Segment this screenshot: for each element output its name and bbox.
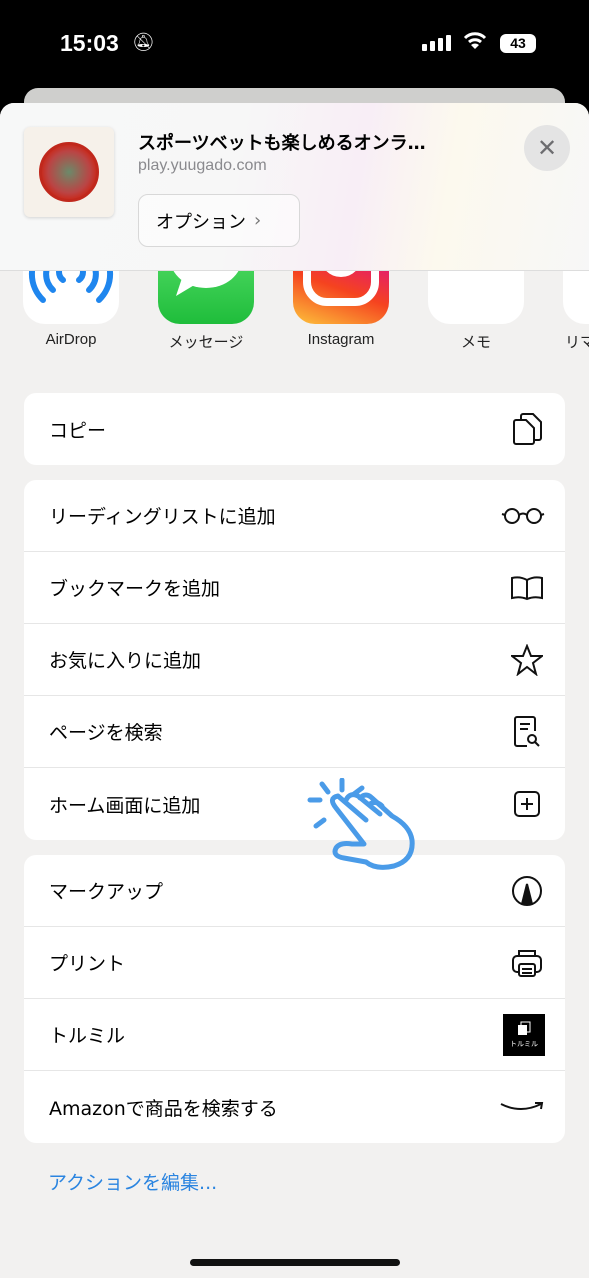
book-icon bbox=[509, 570, 545, 606]
options-label: オプション bbox=[156, 211, 246, 233]
action-group-copy: コピー bbox=[24, 393, 565, 465]
action-reading-list[interactable]: リーディングリストに追加 bbox=[24, 480, 565, 552]
chevron-right-icon: › bbox=[254, 210, 262, 231]
action-label: お気に入りに追加 bbox=[49, 650, 202, 672]
amazon-smile-icon bbox=[499, 1089, 545, 1125]
share-header: スポーツベットも楽しめるオンラ… play.yuugado.com オプション ›… bbox=[0, 103, 589, 271]
action-label: ページを検索 bbox=[49, 722, 163, 744]
torumiru-text: トルミル bbox=[510, 1040, 538, 1048]
find-in-page-icon bbox=[509, 714, 545, 750]
action-label: コピー bbox=[49, 419, 107, 442]
action-print[interactable]: プリント bbox=[24, 927, 565, 999]
star-icon bbox=[509, 642, 545, 678]
action-copy[interactable]: コピー bbox=[24, 393, 565, 465]
torumiru-app-icon: トルミル bbox=[503, 1013, 545, 1056]
action-label: トルミル bbox=[49, 1025, 126, 1047]
status-bar: 15:03 🔕︎ 43 bbox=[0, 0, 589, 90]
action-label: プリント bbox=[49, 953, 126, 975]
action-group-extensions: マークアップ プリント トルミル トルミル Amazonで商品を検索する bbox=[24, 855, 565, 1143]
edit-actions-link[interactable]: アクションを編集... bbox=[48, 1168, 217, 1195]
action-markup[interactable]: マークアップ bbox=[24, 855, 565, 927]
copy-icon bbox=[509, 411, 545, 447]
app-label: リマ bbox=[565, 334, 589, 351]
action-label: リーディングリストに追加 bbox=[49, 506, 276, 528]
action-favorite[interactable]: お気に入りに追加 bbox=[24, 624, 565, 696]
action-add-to-home[interactable]: ホーム画面に追加 bbox=[24, 768, 565, 840]
options-button[interactable]: オプション › bbox=[138, 194, 300, 247]
wifi-icon bbox=[462, 30, 488, 56]
action-label: ブックマークを追加 bbox=[49, 578, 221, 600]
close-button[interactable]: ✕ bbox=[524, 125, 570, 171]
action-amazon-search[interactable]: Amazonで商品を検索する bbox=[24, 1071, 565, 1143]
action-group-page: リーディングリストに追加 ブックマークを追加 お気に入りに追加 ページを検索 ホ… bbox=[24, 480, 565, 840]
action-bookmark[interactable]: ブックマークを追加 bbox=[24, 552, 565, 624]
tap-gesture-icon bbox=[306, 777, 422, 882]
app-label: メモ bbox=[460, 334, 491, 351]
bell-slash-icon: 🔕︎ bbox=[132, 32, 155, 53]
action-label: ホーム画面に追加 bbox=[49, 794, 201, 817]
action-find-in-page[interactable]: ページを検索 bbox=[24, 696, 565, 768]
battery-indicator: 43 bbox=[500, 34, 536, 53]
app-label: メッセージ bbox=[168, 334, 244, 351]
app-label: AirDrop bbox=[45, 331, 97, 348]
printer-icon bbox=[509, 945, 545, 981]
add-square-icon bbox=[509, 786, 545, 822]
page-title: スポーツベットも楽しめるオンラ… bbox=[138, 133, 426, 154]
action-label: マークアップ bbox=[49, 881, 164, 903]
page-url: play.yuugado.com bbox=[138, 157, 267, 174]
cellular-signal-icon bbox=[422, 35, 451, 51]
action-torumiru[interactable]: トルミル トルミル bbox=[24, 999, 565, 1071]
app-label: Instagram bbox=[307, 331, 375, 348]
markup-icon bbox=[509, 873, 545, 909]
clock: 15:03 bbox=[60, 30, 119, 56]
glasses-icon bbox=[501, 498, 545, 534]
home-indicator[interactable] bbox=[190, 1259, 400, 1266]
page-thumbnail bbox=[24, 127, 114, 217]
action-label: Amazonで商品を検索する bbox=[49, 1097, 278, 1120]
